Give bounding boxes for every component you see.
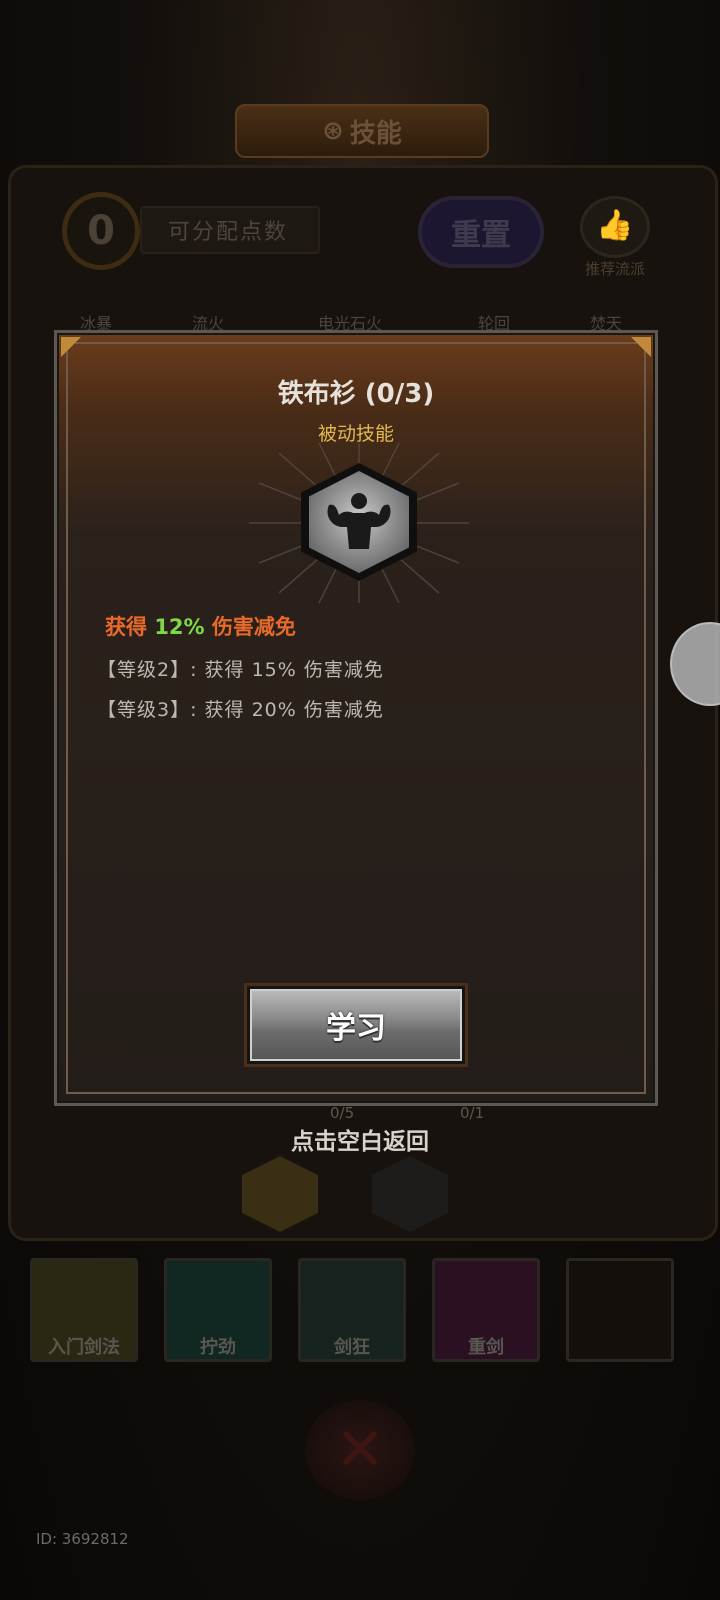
tap-to-return-hint[interactable]: 点击空白返回 [0,1122,720,1156]
film-reel-icon: ⊛ [322,116,344,146]
skill-row: 冰暴 流火 电光石火 轮回 焚天 [0,310,720,333]
equipped-skill-slot[interactable]: 拧劲 [164,1258,272,1362]
equipped-skills-bar: 入门剑法 拧劲 剑狂 重剑 [0,1258,720,1368]
user-id: ID: 3692812 [36,1530,129,1548]
skill-name: 拧劲 [200,1337,236,1358]
skill-type: 被动技能 [317,423,394,445]
learn-button[interactable]: 学习 [244,983,468,1067]
current-effect: 获得 12% 伤害减免 [105,611,296,641]
skill-counter: 0/1 [460,1104,485,1122]
skill-title: 铁布衫 (0/3) [277,379,435,409]
panel-title: 技能 [349,118,402,149]
points-counter: 0 [62,192,140,270]
learn-button-label: 学习 [250,989,462,1061]
equipped-skill-slot[interactable]: 剑狂 [298,1258,406,1362]
reset-button[interactable]: 重置 [418,196,544,268]
corner-ornament [61,337,81,357]
skill-name: 剑狂 [334,1337,370,1358]
recommend-build-button[interactable]: 👍 推荐流派 [572,196,658,278]
skill-name: 入门剑法 [48,1337,120,1358]
equipped-skill-slot[interactable]: 重剑 [432,1258,540,1362]
level-2-effect: 【等级2】: 获得 15% 伤害减免 [97,659,384,681]
thumbs-up-icon: 👍 [580,196,650,258]
skill-icon-frame [239,443,479,603]
points-label: 可分配点数 [140,206,320,254]
effect-suffix: 伤害减免 [204,615,296,639]
corner-ornament [631,337,651,357]
skill-detail-modal: 铁布衫 (0/3) 被动技能 获得 12% 伤害减免 【等级2】: 获得 15%… [54,330,658,1106]
equipped-skill-slot[interactable]: 入门剑法 [30,1258,138,1362]
crossed-swords-icon[interactable]: ✕ [305,1400,415,1500]
skill-counter: 0/5 [330,1104,355,1122]
level-3-effect: 【等级3】: 获得 20% 伤害减免 [97,699,384,721]
skill-name: 重剑 [468,1337,504,1358]
panel-title-bar: ⊛ 技能 [235,104,489,158]
effect-prefix: 获得 [105,615,155,639]
recommend-label: 推荐流派 [584,260,645,278]
effect-percent: 12% [154,615,205,639]
equipped-skill-slot[interactable] [566,1258,674,1362]
